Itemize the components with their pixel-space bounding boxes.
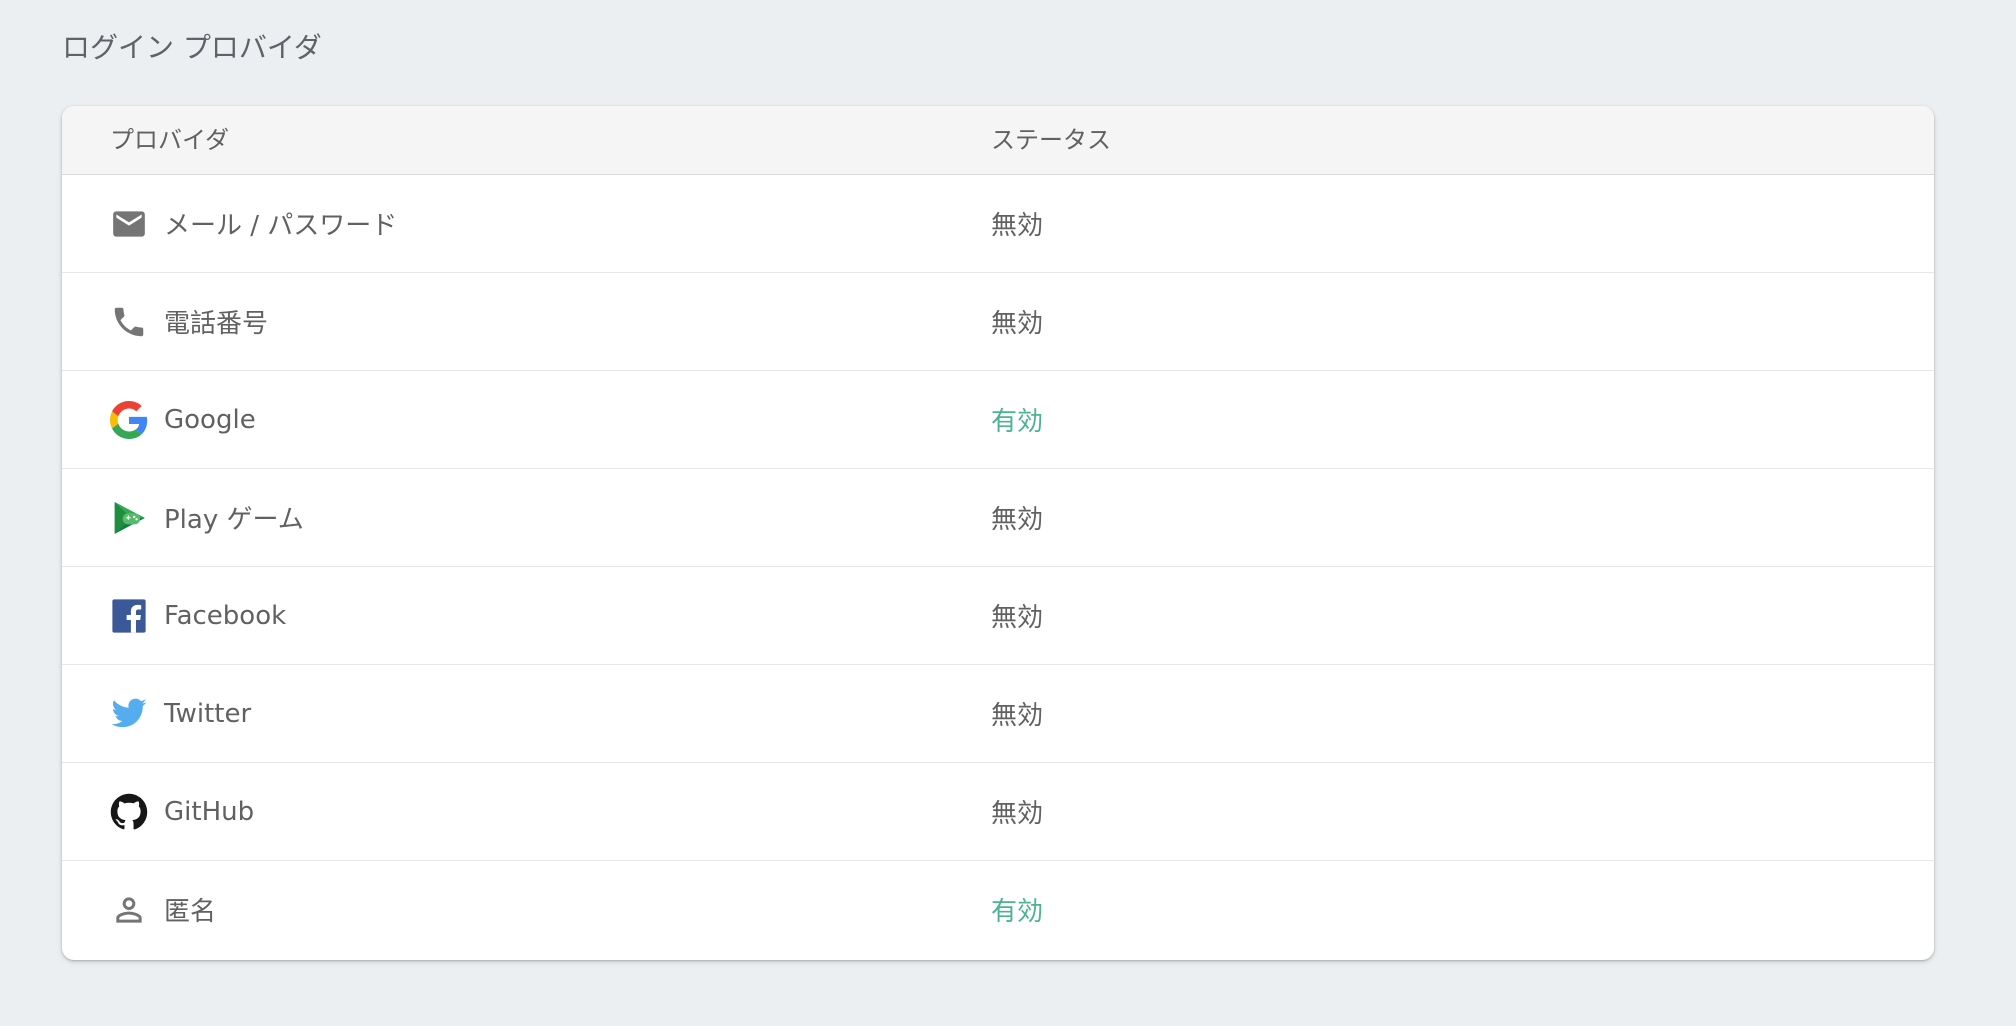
facebook-icon (110, 597, 148, 635)
provider-name: Twitter (164, 698, 252, 729)
provider-cell: Twitter (110, 665, 251, 762)
status-text: 有効 (991, 407, 1044, 437)
provider-cell: GitHub (110, 763, 254, 860)
providers-table: プロバイダ ステータス メール / パスワード 無効 電話番号 無効 Googl… (62, 106, 1934, 960)
provider-row-email-password[interactable]: メール / パスワード 無効 (62, 175, 1934, 273)
play-games-icon (110, 499, 148, 537)
provider-name: Play ゲーム (164, 505, 304, 535)
phone-icon (110, 303, 148, 341)
provider-cell: 匿名 (110, 861, 216, 958)
person-icon (110, 891, 148, 929)
provider-row-twitter[interactable]: Twitter 無効 (62, 665, 1934, 763)
provider-name: メール / パスワード (164, 211, 398, 241)
provider-cell: Google (110, 371, 256, 468)
provider-cell: メール / パスワード (110, 175, 397, 272)
provider-name: Google (164, 404, 256, 435)
provider-name: 匿名 (164, 897, 217, 927)
section-title: ログイン プロバイダ (62, 31, 322, 64)
provider-name: GitHub (164, 796, 255, 827)
provider-row-play-games[interactable]: Play ゲーム 無効 (62, 469, 1934, 567)
status-text: 無効 (991, 211, 1044, 241)
provider-row-anonymous[interactable]: 匿名 有効 (62, 861, 1934, 958)
provider-row-phone[interactable]: 電話番号 無効 (62, 273, 1934, 371)
provider-cell: 電話番号 (110, 273, 268, 370)
provider-row-google[interactable]: Google 有効 (62, 371, 1934, 469)
status-text: 無効 (991, 799, 1044, 829)
header-provider: プロバイダ (110, 126, 230, 154)
github-icon (110, 793, 148, 831)
table-header: プロバイダ ステータス (62, 106, 1934, 175)
status-text: 有効 (991, 897, 1044, 927)
provider-row-github[interactable]: GitHub 無効 (62, 763, 1934, 861)
status-text: 無効 (991, 309, 1044, 339)
status-text: 無効 (991, 603, 1044, 633)
header-status: ステータス (991, 126, 1111, 154)
twitter-icon (110, 695, 148, 733)
provider-cell: Play ゲーム (110, 469, 304, 566)
google-icon (110, 400, 148, 439)
provider-name: Facebook (164, 600, 287, 631)
provider-name: 電話番号 (164, 309, 269, 339)
mail-icon (110, 205, 148, 243)
status-text: 無効 (991, 701, 1044, 731)
provider-row-facebook[interactable]: Facebook 無効 (62, 567, 1934, 665)
provider-cell: Facebook (110, 567, 286, 664)
status-text: 無効 (991, 505, 1044, 535)
page: ログイン プロバイダ プロバイダ ステータス メール / パスワード 無効 電話… (0, 0, 2016, 1026)
